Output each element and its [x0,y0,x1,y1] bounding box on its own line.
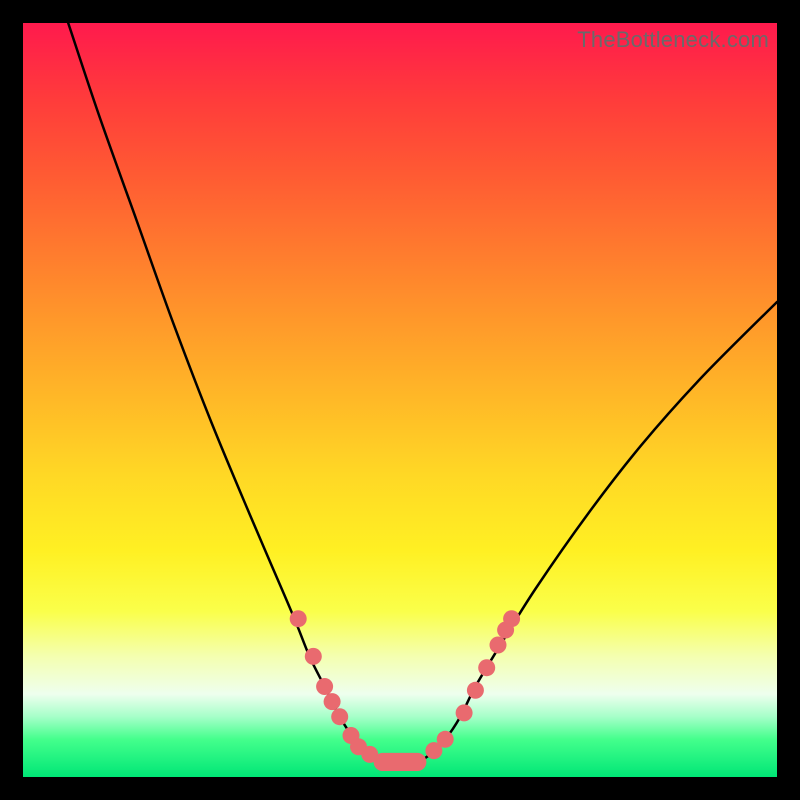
highlight-dot [503,610,520,627]
highlight-dot [437,731,454,748]
highlight-dot [331,708,348,725]
highlight-dot [456,704,473,721]
plot-area: TheBottleneck.com [23,23,777,777]
highlight-dot [478,659,495,676]
highlight-dot [305,648,322,665]
chart-frame: TheBottleneck.com [0,0,800,800]
highlight-dot [290,610,307,627]
highlight-dot [316,678,333,695]
highlight-dots-group [290,610,520,763]
highlight-dot [490,637,507,654]
bottleneck-curve-path [68,23,777,763]
highlight-dot [467,682,484,699]
chart-svg [23,23,777,777]
bottom-bar [374,753,427,771]
highlight-dot [324,693,341,710]
